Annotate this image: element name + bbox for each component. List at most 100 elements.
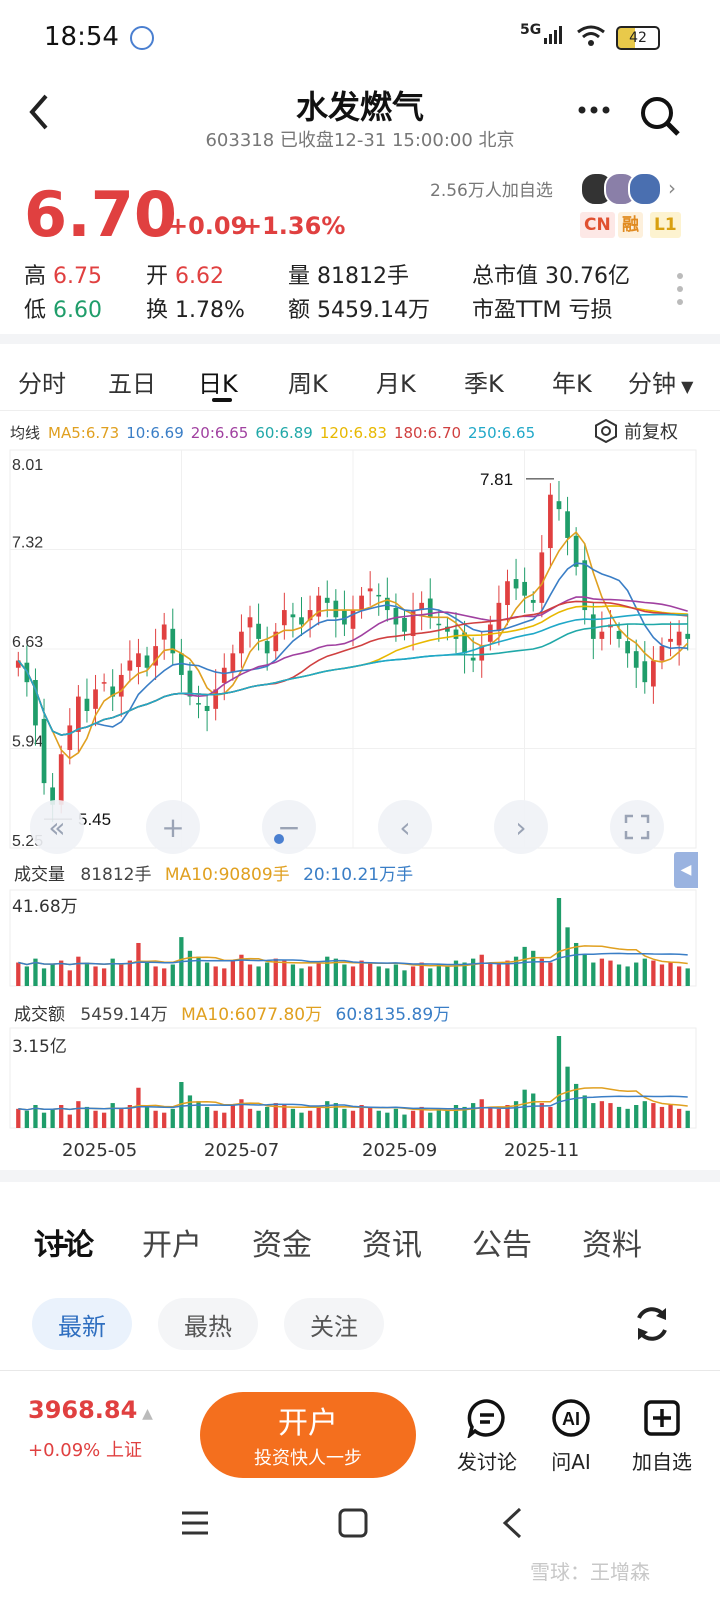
x-label: 2025-07: [204, 1140, 280, 1161]
badge-cn[interactable]: CN: [580, 212, 615, 238]
badge-margin[interactable]: 融: [618, 212, 643, 238]
volume-legend: 成交量 81812手 MA10:90809手 20:10.21万手: [14, 865, 414, 885]
candle-body: [58, 754, 64, 805]
ma-legend: 均线 MA5:6.73 10:6.69 20:6.65 60:6.89 120:6.83 1…: [10, 424, 536, 442]
amount-bar: [256, 1110, 261, 1128]
scroll-left-button[interactable]: ‹: [378, 800, 432, 854]
candle-body: [239, 631, 244, 654]
stat-market-cap: 总市值 30.76亿: [472, 264, 630, 289]
dropdown-icon: ▼: [676, 377, 694, 396]
battery-icon: 42: [616, 26, 660, 50]
tab-profile[interactable]: 资料: [582, 1220, 642, 1264]
amount-legend: 成交额 5459.14万 MA10:6077.80万 60:8135.89万: [14, 1005, 451, 1025]
volume-bar: [368, 962, 373, 986]
tab-monthly-k[interactable]: 月K: [376, 364, 416, 399]
amount-bar: [659, 1106, 665, 1128]
add-watchlist-button[interactable]: 加自选: [622, 1398, 702, 1475]
tab-active-indicator: [212, 398, 232, 402]
tab-quarterly-k[interactable]: 季K: [464, 364, 504, 399]
more-menu-button[interactable]: [576, 100, 612, 124]
follower-avatars[interactable]: [580, 172, 664, 206]
amount-bar: [634, 1105, 639, 1128]
post-discussion-button[interactable]: 发讨论: [452, 1398, 522, 1475]
chevron-right-icon[interactable]: ›: [668, 176, 676, 200]
badge-l1[interactable]: L1: [650, 212, 681, 238]
volume-bar: [436, 964, 441, 986]
candle-body: [101, 682, 107, 684]
tab-daily-k[interactable]: 日K: [198, 364, 238, 399]
tab-weekly-k[interactable]: 周K: [288, 364, 328, 399]
tab-minute[interactable]: 分钟 ▼: [628, 364, 693, 399]
candle-body: [281, 610, 287, 626]
tab-five-day[interactable]: 五日: [108, 364, 156, 399]
zoom-in-button[interactable]: +: [146, 800, 200, 854]
amount-bar: [471, 1103, 476, 1128]
index-value[interactable]: 3968.84 ▲: [28, 1396, 153, 1424]
volume-bar: [376, 966, 381, 986]
volume-bar: [24, 966, 30, 986]
amount-bar: [307, 1110, 313, 1128]
nav-menu-button[interactable]: [180, 1510, 210, 1540]
volume-bar: [41, 968, 47, 986]
ma-legend-item: 60:6.89: [255, 424, 313, 442]
fullscreen-button[interactable]: [610, 800, 664, 854]
battery-level: 42: [629, 30, 647, 46]
amount-bar: [488, 1106, 493, 1128]
adjust-button[interactable]: 前复权: [594, 418, 678, 444]
scroll-right-button[interactable]: ›: [494, 800, 548, 854]
x-label: 2025-09: [362, 1140, 438, 1161]
amount-bar: [282, 1105, 287, 1128]
wifi-icon: [576, 24, 606, 52]
amount-bar: [402, 1114, 407, 1128]
home-square-icon: [338, 1508, 368, 1538]
amount-bar: [676, 1108, 682, 1128]
amount-bar: [685, 1110, 690, 1128]
tab-intraday[interactable]: 分时: [18, 364, 66, 399]
amount-bar: [230, 1105, 235, 1128]
amount-bar: [213, 1110, 218, 1128]
amount-bar: [187, 1095, 193, 1128]
price-change: +0.09: [168, 212, 248, 240]
filter-latest[interactable]: 最新: [32, 1298, 132, 1350]
volume-bar: [488, 962, 493, 986]
comment-icon: [467, 1399, 505, 1440]
tab-announcements[interactable]: 公告: [472, 1220, 532, 1264]
tab-discussion[interactable]: 讨论: [34, 1220, 94, 1264]
tab-news[interactable]: 资讯: [362, 1220, 422, 1264]
nav-back-button[interactable]: [500, 1506, 524, 1544]
zoom-out-button[interactable]: −: [262, 800, 316, 854]
candle-body: [616, 630, 622, 639]
k-line-chart[interactable]: 8.017.326.635.945.257.815.45: [0, 444, 720, 1164]
candle-body: [256, 623, 261, 639]
candle-body: [136, 653, 141, 668]
refresh-button[interactable]: [630, 1302, 674, 1350]
volume-bar: [573, 942, 579, 986]
expand-stats-icon[interactable]: [676, 272, 684, 310]
tab-fund-flow[interactable]: 资金: [252, 1220, 312, 1264]
nav-home-button[interactable]: [338, 1508, 368, 1542]
open-account-button[interactable]: 开户 投资快人一步: [200, 1392, 416, 1478]
tab-open-account[interactable]: 开户: [142, 1220, 202, 1264]
amount-bar: [393, 1108, 399, 1128]
candle-body: [496, 602, 502, 631]
amount-bar: [247, 1108, 253, 1128]
collapse-panel-button[interactable]: ◀: [674, 852, 698, 888]
filter-following[interactable]: 关注: [284, 1298, 384, 1350]
scroll-start-button[interactable]: «: [30, 800, 84, 854]
up-triangle-icon: ▲: [137, 1406, 153, 1422]
refresh-icon: [637, 1307, 667, 1341]
search-icon: [641, 97, 680, 136]
filter-hottest[interactable]: 最热: [158, 1298, 258, 1350]
candle-body: [376, 594, 382, 597]
ask-ai-button[interactable]: AI 问AI: [536, 1398, 606, 1475]
followers-count[interactable]: 2.56万人加自选: [430, 176, 553, 201]
tab-yearly-k[interactable]: 年K: [552, 364, 592, 399]
candle-body: [41, 718, 47, 784]
candle-body: [299, 617, 304, 625]
ask-ai-label: 问AI: [551, 1450, 591, 1474]
back-chevron-icon: [502, 1507, 522, 1539]
price-change-pct: +1.36%: [242, 212, 346, 240]
candle-body: [161, 624, 167, 640]
search-button[interactable]: [638, 94, 682, 142]
candle-body: [539, 552, 545, 603]
